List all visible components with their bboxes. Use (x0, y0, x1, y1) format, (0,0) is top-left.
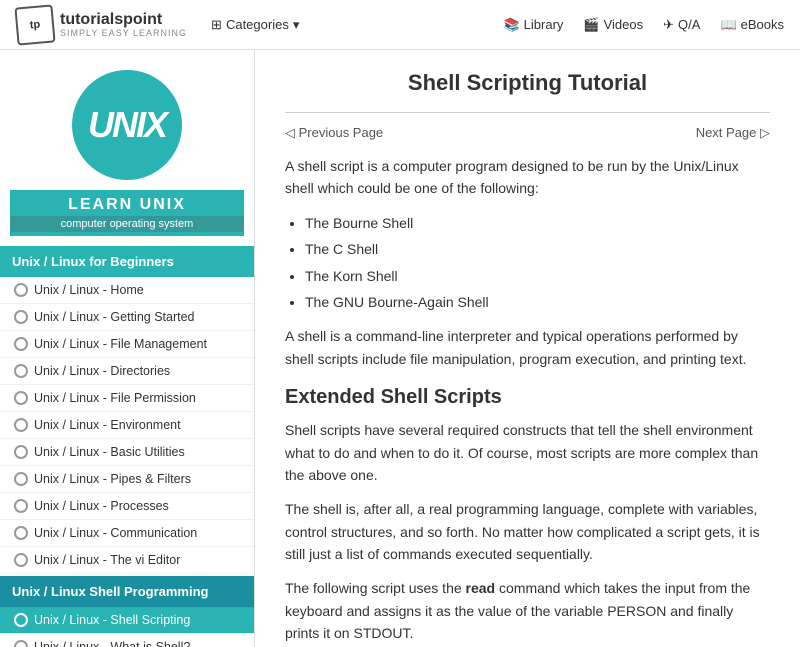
bullet-icon (14, 283, 28, 297)
header: tp tutorialspoint SIMPLY EASY LEARNING ⊞… (0, 0, 800, 50)
ebooks-icon: 📖 (720, 17, 736, 33)
list-item: The Korn Shell (305, 265, 770, 287)
bullet-icon (14, 310, 28, 324)
unix-logo-circle: UNIX (72, 70, 182, 180)
logo-tagline: SIMPLY EASY LEARNING (60, 28, 187, 38)
bullet-icon (14, 613, 28, 627)
bullet-icon (14, 640, 28, 647)
read-intro-text: The following script uses the (285, 580, 466, 596)
main-layout: UNIX LEARN UNIX computer operating syste… (0, 50, 800, 647)
bullet-icon (14, 526, 28, 540)
divider (285, 112, 770, 113)
bullet-icon (14, 391, 28, 405)
nav-qa[interactable]: ✈ Q/A (663, 17, 700, 33)
beginners-section-header: Unix / Linux for Beginners (0, 246, 254, 277)
sidebar-item[interactable]: Unix / Linux - Processes (0, 493, 254, 520)
page-title: Shell Scripting Tutorial (285, 70, 770, 96)
sidebar-item[interactable]: Unix / Linux - The vi Editor (0, 547, 254, 574)
bullet-icon (14, 337, 28, 351)
header-nav: 📚 Library 🎬 Videos ✈ Q/A 📖 eBooks (503, 17, 784, 33)
logo-text: tutorialspoint SIMPLY EASY LEARNING (60, 12, 187, 38)
sidebar: UNIX LEARN UNIX computer operating syste… (0, 50, 255, 647)
sidebar-item[interactable]: Unix / Linux - Communication (0, 520, 254, 547)
logo-brand: tutorialspoint (60, 12, 187, 28)
logo: tp tutorialspoint SIMPLY EASY LEARNING (16, 6, 187, 44)
sidebar-item[interactable]: Unix / Linux - Directories (0, 358, 254, 385)
library-icon: 📚 (503, 17, 519, 33)
sidebar-item[interactable]: Unix / Linux - Getting Started (0, 304, 254, 331)
main-content: Shell Scripting Tutorial ◁ Previous Page… (255, 50, 800, 647)
bullet-icon (14, 499, 28, 513)
list-item: The GNU Bourne-Again Shell (305, 291, 770, 313)
bullet-icon (14, 472, 28, 486)
sidebar-item[interactable]: Unix / Linux - Basic Utilities (0, 439, 254, 466)
video-icon: 🎬 (583, 17, 599, 33)
extended-text2: The shell is, after all, a real programm… (285, 498, 770, 565)
grid-icon: ⊞ (211, 17, 222, 33)
sidebar-logo-area: UNIX LEARN UNIX computer operating syste… (0, 50, 254, 246)
interpreter-text: A shell is a command-line interpreter an… (285, 325, 770, 370)
learn-unix-sub: computer operating system (10, 216, 244, 232)
sidebar-item-what-is-shell[interactable]: Unix / Linux - What is Shell? (0, 634, 254, 647)
chevron-down-icon: ▾ (293, 17, 300, 33)
unix-text: UNIX (88, 104, 166, 146)
read-intro-paragraph: The following script uses the read comma… (285, 577, 770, 644)
logo-icon: tp (14, 4, 55, 45)
bullet-icon (14, 445, 28, 459)
sidebar-item-shell-scripting[interactable]: Unix / Linux - Shell Scripting (0, 607, 254, 634)
nav-videos[interactable]: 🎬 Videos (583, 17, 643, 33)
categories-label: Categories (226, 17, 289, 32)
intro-text: A shell script is a computer program des… (285, 155, 770, 200)
shell-types-list: The Bourne Shell The C Shell The Korn Sh… (305, 212, 770, 314)
list-item: The C Shell (305, 238, 770, 260)
list-item: The Bourne Shell (305, 212, 770, 234)
learn-unix-title: LEARN UNIX (10, 196, 244, 214)
bullet-icon (14, 418, 28, 432)
next-page-link[interactable]: Next Page ▷ (696, 125, 770, 141)
prev-page-link[interactable]: ◁ Previous Page (285, 125, 383, 141)
sidebar-item[interactable]: Unix / Linux - Environment (0, 412, 254, 439)
sidebar-item[interactable]: Unix / Linux - File Permission (0, 385, 254, 412)
sidebar-item[interactable]: Unix / Linux - Home (0, 277, 254, 304)
bullet-icon (14, 364, 28, 378)
extended-heading: Extended Shell Scripts (285, 386, 770, 409)
bullet-icon (14, 553, 28, 567)
categories-button[interactable]: ⊞ Categories ▾ (203, 13, 307, 37)
header-left: tp tutorialspoint SIMPLY EASY LEARNING ⊞… (16, 6, 307, 44)
shell-section-header: Unix / Linux Shell Programming (0, 576, 254, 607)
extended-text1: Shell scripts have several required cons… (285, 419, 770, 486)
nav-library[interactable]: 📚 Library (503, 17, 563, 33)
nav-ebooks[interactable]: 📖 eBooks (720, 17, 784, 33)
pagination: ◁ Previous Page Next Page ▷ (285, 125, 770, 141)
sidebar-item[interactable]: Unix / Linux - Pipes & Filters (0, 466, 254, 493)
read-keyword: read (466, 580, 496, 596)
qa-icon: ✈ (663, 17, 674, 33)
learn-unix-box: LEARN UNIX computer operating system (10, 190, 244, 236)
sidebar-item[interactable]: Unix / Linux - File Management (0, 331, 254, 358)
